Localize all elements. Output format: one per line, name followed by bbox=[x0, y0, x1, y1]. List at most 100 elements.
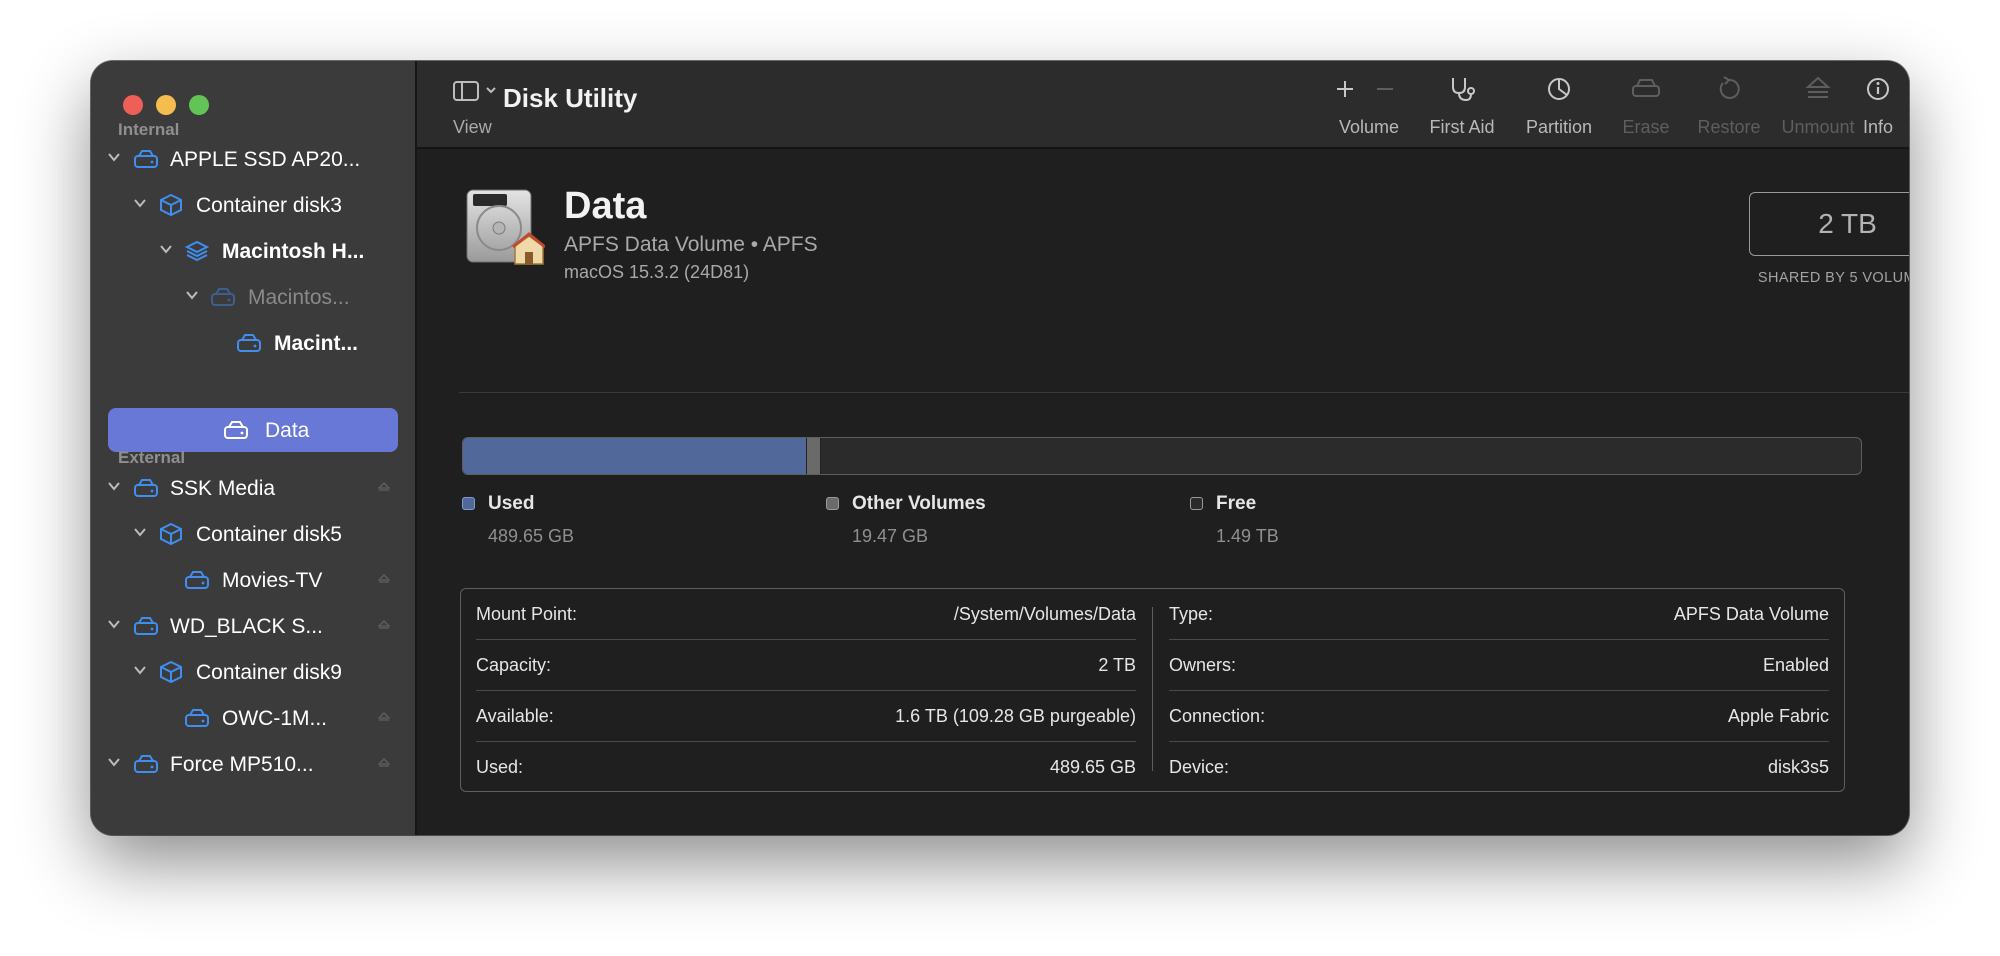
disk-utility-window: Internal APPLE SSD AP20... Container dis… bbox=[91, 61, 1909, 835]
disk-icon bbox=[185, 709, 209, 727]
sidebar-item-macintosh-volume[interactable]: Macint... bbox=[108, 321, 398, 365]
info-key: Capacity: bbox=[476, 655, 552, 675]
disk-icon bbox=[224, 421, 248, 439]
info-row-used: Used: 489.65 GB bbox=[476, 742, 1136, 793]
info-key: Connection: bbox=[1169, 706, 1266, 726]
disk-icon bbox=[134, 479, 158, 497]
info-column-right: Type: APFS Data Volume Owners: Enabled C… bbox=[1154, 589, 1844, 791]
eject-icon[interactable] bbox=[378, 620, 390, 630]
eject-icon[interactable] bbox=[378, 758, 390, 768]
info-key: Used: bbox=[476, 757, 524, 777]
info-row-connection: Connection: Apple Fabric bbox=[1169, 691, 1829, 742]
usage-bar bbox=[462, 437, 1862, 475]
volume-subtitle: APFS Data Volume • APFS bbox=[564, 233, 818, 256]
container-icon bbox=[160, 194, 182, 216]
sidebar-item-container-disk5[interactable]: Container disk5 bbox=[108, 512, 398, 556]
legend-free-value: 1.49 TB bbox=[1216, 526, 1279, 546]
restore-button[interactable]: Restore bbox=[1689, 75, 1769, 141]
column-divider bbox=[1152, 607, 1153, 771]
volume-button[interactable]: Volume bbox=[1329, 75, 1409, 141]
zoom-window-button[interactable] bbox=[189, 95, 209, 115]
sidebar-item-label: APPLE SSD AP20... bbox=[170, 148, 361, 171]
unmount-button[interactable]: Unmount bbox=[1773, 75, 1863, 141]
info-value: Apple Fabric bbox=[1727, 706, 1829, 726]
main-panel: Data APFS Data Volume • APFS macOS 15.3.… bbox=[417, 149, 1909, 835]
eject-icon[interactable] bbox=[378, 482, 390, 492]
info-icon bbox=[1867, 78, 1889, 100]
view-label: View bbox=[453, 117, 492, 137]
chevron-down-icon[interactable] bbox=[108, 619, 120, 629]
sidebar-item-data[interactable]: Data bbox=[108, 408, 398, 452]
info-row-available: Available: 1.6 TB (109.28 GB purgeable) bbox=[476, 691, 1136, 742]
chevron-down-icon[interactable] bbox=[134, 527, 146, 537]
info-label: Info bbox=[1862, 117, 1894, 137]
sidebar-item-movies-tv[interactable]: Movies-TV bbox=[108, 558, 398, 602]
usage-other-segment bbox=[805, 438, 822, 474]
info-value: disk3s5 bbox=[1767, 757, 1829, 777]
partition-button[interactable]: Partition bbox=[1514, 75, 1604, 141]
close-window-button[interactable] bbox=[123, 95, 143, 115]
chevron-down-icon[interactable] bbox=[108, 152, 120, 162]
first-aid-button[interactable]: First Aid bbox=[1417, 75, 1507, 141]
container-icon bbox=[160, 523, 182, 545]
legend-swatch-used bbox=[462, 497, 475, 510]
volume-stack-icon bbox=[184, 240, 210, 262]
volume-os-version: macOS 15.3.2 (24D81) bbox=[564, 262, 750, 282]
info-button[interactable]: Info bbox=[1853, 75, 1903, 141]
sidebar-item-label: OWC-1M... bbox=[222, 707, 327, 730]
chevron-down-icon[interactable] bbox=[134, 665, 146, 675]
first-aid-label: First Aid bbox=[1429, 117, 1495, 137]
eject-icon[interactable] bbox=[378, 574, 390, 584]
info-key: Available: bbox=[476, 706, 554, 726]
eject-icon[interactable] bbox=[378, 712, 390, 722]
restore-label: Restore bbox=[1697, 117, 1761, 137]
chevron-down-icon[interactable] bbox=[160, 244, 172, 254]
section-header-external: External bbox=[118, 448, 186, 467]
partition-label: Partition bbox=[1525, 117, 1593, 137]
capacity-box: 2 TB bbox=[1749, 192, 1909, 256]
info-row-device: Device: disk3s5 bbox=[1169, 742, 1829, 793]
capacity-caption: SHARED BY 5 VOLUMES bbox=[1757, 270, 1909, 286]
sidebar-item-apple-ssd[interactable]: APPLE SSD AP20... bbox=[108, 137, 398, 181]
sidebar-item-container-disk3[interactable]: Container disk3 bbox=[108, 183, 398, 227]
info-row-mount-point: Mount Point: /System/Volumes/Data bbox=[476, 589, 1136, 640]
sidebar-item-label: Macint... bbox=[274, 332, 359, 355]
info-row-type: Type: APFS Data Volume bbox=[1169, 589, 1829, 640]
volume-label: Volume bbox=[1338, 117, 1400, 137]
chevron-down-icon[interactable] bbox=[186, 290, 198, 300]
sidebar-item-label: SSK Media bbox=[170, 477, 276, 500]
chevron-down-icon[interactable] bbox=[108, 757, 120, 767]
sidebar-item-container-disk9[interactable]: Container disk9 bbox=[108, 650, 398, 694]
sidebar-item-macintosh-hd[interactable]: Macintosh H... bbox=[108, 229, 398, 273]
legend-free-label: Free bbox=[1216, 493, 1257, 514]
sidebar-toggle-icon bbox=[453, 81, 496, 101]
info-row-owners: Owners: Enabled bbox=[1169, 640, 1829, 691]
pie-chart-icon bbox=[1548, 78, 1570, 100]
disk-icon bbox=[134, 617, 158, 635]
minimize-window-button[interactable] bbox=[156, 95, 176, 115]
erase-button[interactable]: Erase bbox=[1611, 75, 1681, 141]
sidebar-item-label: Data bbox=[265, 419, 310, 442]
restore-icon bbox=[1719, 76, 1740, 99]
chevron-down-icon[interactable] bbox=[134, 198, 146, 208]
info-value: APFS Data Volume bbox=[1673, 604, 1829, 624]
sidebar-item-label: Container disk9 bbox=[196, 661, 342, 684]
sidebar-item-ssk-media[interactable]: SSK Media bbox=[108, 466, 398, 510]
sidebar-item-label: Movies-TV bbox=[222, 569, 323, 592]
legend-used-label: Used bbox=[488, 493, 535, 514]
sidebar-item-macintosh-hd-snapshot[interactable]: Macintos... bbox=[108, 275, 398, 319]
divider bbox=[459, 392, 1909, 393]
stethoscope-icon bbox=[1452, 78, 1475, 102]
info-value: 2 TB bbox=[1098, 655, 1136, 675]
info-value: Enabled bbox=[1762, 655, 1829, 675]
sidebar-item-owc[interactable]: OWC-1M... bbox=[108, 696, 398, 740]
legend-used-value: 489.65 GB bbox=[488, 526, 575, 546]
chevron-down-icon[interactable] bbox=[108, 481, 120, 491]
info-value: /System/Volumes/Data bbox=[953, 604, 1136, 624]
sidebar-item-label: Macintosh H... bbox=[222, 240, 365, 263]
disk-icon bbox=[134, 150, 158, 168]
hard-drive-home-icon bbox=[466, 189, 545, 265]
sidebar-item-wd-black[interactable]: WD_BLACK S... bbox=[108, 604, 398, 648]
info-table: Mount Point: /System/Volumes/Data Capaci… bbox=[460, 588, 1845, 792]
sidebar-item-force-mp510[interactable]: Force MP510... bbox=[108, 742, 398, 786]
